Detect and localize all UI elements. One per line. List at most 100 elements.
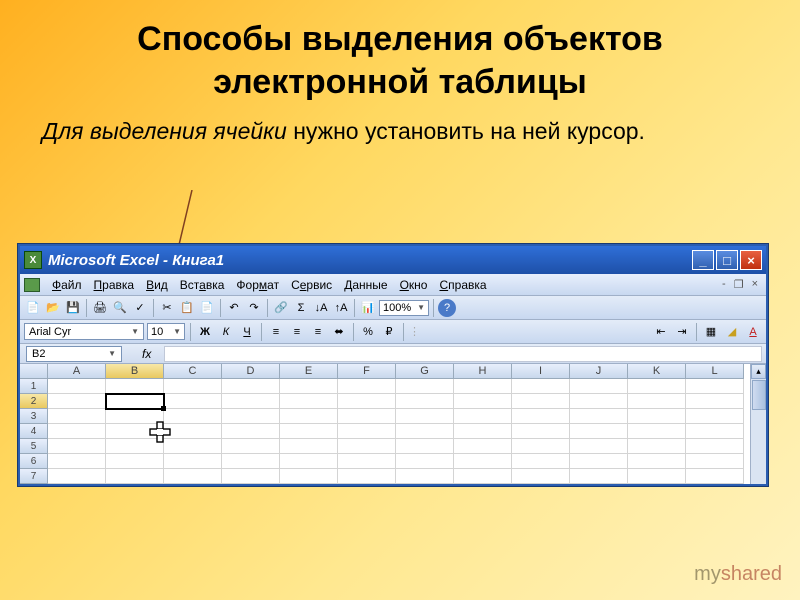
cell-G4[interactable] [396,424,454,439]
cell-J5[interactable] [570,439,628,454]
font-color-icon[interactable]: A [744,323,762,341]
cell-I3[interactable] [512,409,570,424]
row-4[interactable]: 4 [20,424,48,439]
row-3[interactable]: 3 [20,409,48,424]
indent-dec-icon[interactable]: ⇤ [652,323,670,341]
menu-window[interactable]: Окно [394,276,434,294]
cell-A3[interactable] [48,409,106,424]
menu-format[interactable]: Формат [230,276,285,294]
cell-B6[interactable] [106,454,164,469]
align-left-icon[interactable]: ≡ [267,323,285,341]
help-icon[interactable]: ? [438,299,456,317]
cell-I6[interactable] [512,454,570,469]
scroll-track[interactable] [751,379,766,484]
cell-I7[interactable] [512,469,570,484]
new-icon[interactable]: 📄 [24,299,42,317]
close-button[interactable]: × [740,250,762,270]
fx-button[interactable]: fx [142,346,160,362]
cell-D7[interactable] [222,469,280,484]
cell-J7[interactable] [570,469,628,484]
cell-J6[interactable] [570,454,628,469]
cell-C2[interactable] [164,394,222,409]
cell-K1[interactable] [628,379,686,394]
cell-J1[interactable] [570,379,628,394]
preview-icon[interactable]: 🔍 [111,299,129,317]
cell-C1[interactable] [164,379,222,394]
cell-B2[interactable] [106,394,164,409]
print-icon[interactable]: 🖨 [91,299,109,317]
cell-F2[interactable] [338,394,396,409]
link-icon[interactable]: 🔗 [272,299,290,317]
name-box[interactable]: B2▼ [26,346,122,362]
doc-minimize[interactable]: - [722,278,726,291]
cell-G1[interactable] [396,379,454,394]
cell-G6[interactable] [396,454,454,469]
cell-I1[interactable] [512,379,570,394]
cell-H2[interactable] [454,394,512,409]
cell-F6[interactable] [338,454,396,469]
size-combo[interactable]: 10▼ [147,323,185,340]
cell-H7[interactable] [454,469,512,484]
cell-A1[interactable] [48,379,106,394]
open-icon[interactable]: 📂 [44,299,62,317]
cell-D3[interactable] [222,409,280,424]
col-G[interactable]: G [396,364,454,379]
scroll-thumb[interactable] [752,380,766,410]
bold-button[interactable]: Ж [196,323,214,341]
cell-F7[interactable] [338,469,396,484]
formula-input[interactable] [164,346,762,362]
cell-I4[interactable] [512,424,570,439]
cell-G3[interactable] [396,409,454,424]
titlebar[interactable]: X Microsoft Excel - Книга1 _ □ × [20,246,766,274]
chart-icon[interactable]: 📊 [359,299,377,317]
cell-D2[interactable] [222,394,280,409]
cell-J2[interactable] [570,394,628,409]
cell-D4[interactable] [222,424,280,439]
cell-E5[interactable] [280,439,338,454]
cell-E7[interactable] [280,469,338,484]
italic-button[interactable]: К [217,323,235,341]
row-1[interactable]: 1 [20,379,48,394]
cell-A5[interactable] [48,439,106,454]
cell-G5[interactable] [396,439,454,454]
cell-L1[interactable] [686,379,744,394]
scroll-up-icon[interactable]: ▴ [751,364,766,379]
doc-close[interactable]: × [752,278,758,291]
cell-C5[interactable] [164,439,222,454]
cell-A6[interactable] [48,454,106,469]
cell-E2[interactable] [280,394,338,409]
spell-icon[interactable]: ✓ [131,299,149,317]
row-7[interactable]: 7 [20,469,48,484]
menu-insert[interactable]: Вставка [174,276,231,294]
col-B[interactable]: B [106,364,164,379]
sum-icon[interactable]: Σ [292,299,310,317]
cell-F1[interactable] [338,379,396,394]
cell-F5[interactable] [338,439,396,454]
paste-icon[interactable]: 📄 [198,299,216,317]
cell-C7[interactable] [164,469,222,484]
row-2[interactable]: 2 [20,394,48,409]
row-6[interactable]: 6 [20,454,48,469]
cell-L4[interactable] [686,424,744,439]
cell-K5[interactable] [628,439,686,454]
select-all-corner[interactable] [20,364,48,379]
col-A[interactable]: A [48,364,106,379]
currency-icon[interactable]: ₽ [380,323,398,341]
col-F[interactable]: F [338,364,396,379]
cell-H5[interactable] [454,439,512,454]
cell-C6[interactable] [164,454,222,469]
font-combo[interactable]: Arial Cyr▼ [24,323,144,340]
indent-inc-icon[interactable]: ⇥ [673,323,691,341]
row-5[interactable]: 5 [20,439,48,454]
col-C[interactable]: C [164,364,222,379]
cell-E4[interactable] [280,424,338,439]
cell-I2[interactable] [512,394,570,409]
cell-K6[interactable] [628,454,686,469]
cell-B5[interactable] [106,439,164,454]
cell-E3[interactable] [280,409,338,424]
menu-view[interactable]: Вид [140,276,174,294]
cell-B4[interactable] [106,424,164,439]
col-H[interactable]: H [454,364,512,379]
fill-color-icon[interactable]: ◢ [723,323,741,341]
doc-restore[interactable]: ❐ [734,278,744,291]
